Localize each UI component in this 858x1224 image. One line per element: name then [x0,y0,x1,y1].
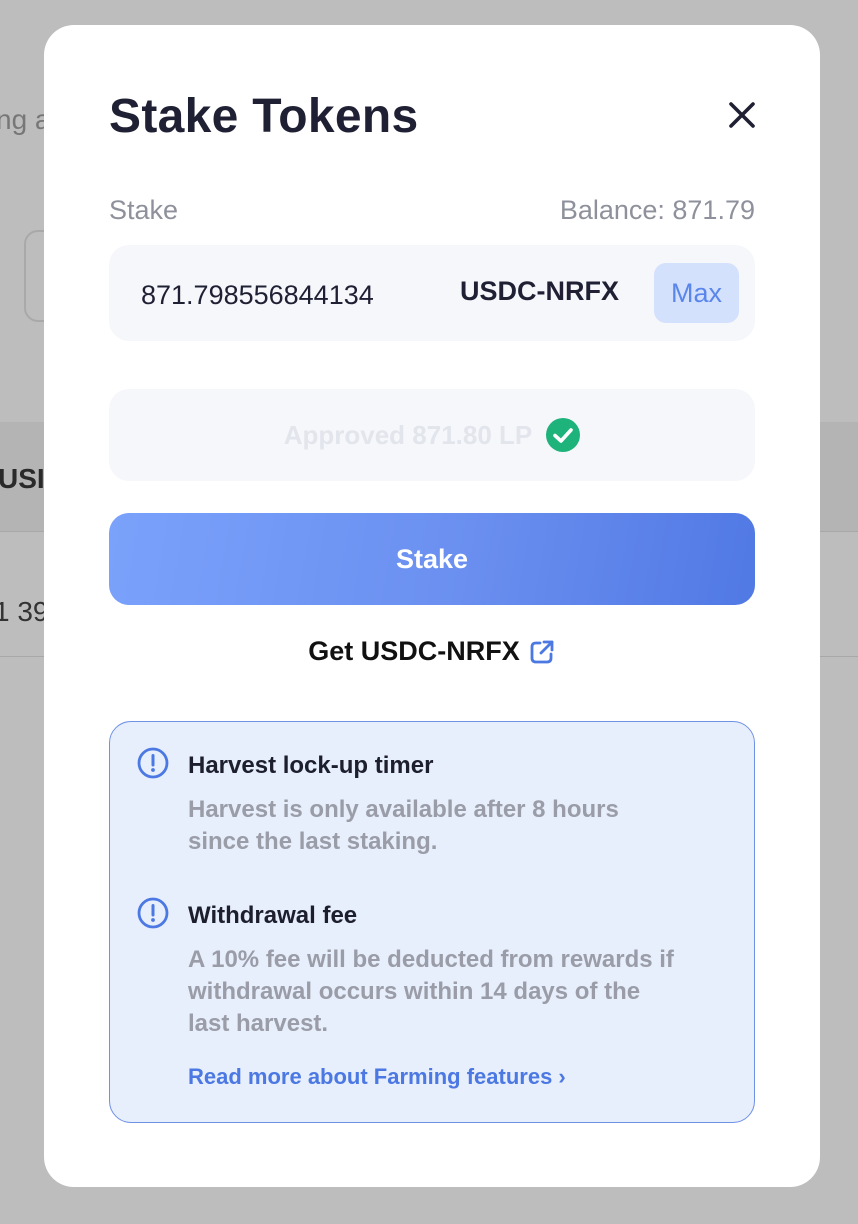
close-button[interactable] [720,93,764,137]
amount-input[interactable] [141,273,441,317]
balance-text: Balance: 871.79 [559,195,755,225]
withdrawal-fee-description: A 10% fee will be deducted from rewards … [188,946,674,1037]
stake-label: Stake [109,195,179,225]
background-text: ng a [0,104,51,135]
background-column-label: USI [0,463,45,494]
check-circle-icon [546,418,581,452]
approved-text: Approved 871.80 LP [283,419,533,450]
modal-title: Stake Tokens [109,90,419,143]
token-name: USDC-NRFX [460,276,619,306]
info-circle-icon [137,897,169,929]
background-row-value: 1 39 [0,596,49,627]
info-circle-icon [137,747,169,779]
approved-status: Approved 871.80 LP [109,389,755,481]
stake-tokens-modal: Stake Tokens Stake Balance: 871.79 USDC-… [44,25,820,1187]
external-link-icon [530,640,554,663]
read-more-link[interactable]: Read more about Farming features › [188,1064,566,1090]
harvest-lockup-description: Harvest is only available after 8 hours … [188,796,619,855]
info-panel: Harvest lock-up timer Harvest is only av… [109,721,755,1123]
stake-button[interactable]: Stake [109,513,755,605]
harvest-lockup-title: Harvest lock-up timer [188,752,434,779]
max-button[interactable]: Max [654,263,739,323]
close-icon [729,102,755,128]
withdrawal-fee-title: Withdrawal fee [188,902,358,929]
get-token-link[interactable]: Get USDC-NRFX [44,636,820,667]
stake-amount-field: USDC-NRFX Max [109,245,755,341]
get-token-label: Get USDC-NRFX [308,636,520,666]
